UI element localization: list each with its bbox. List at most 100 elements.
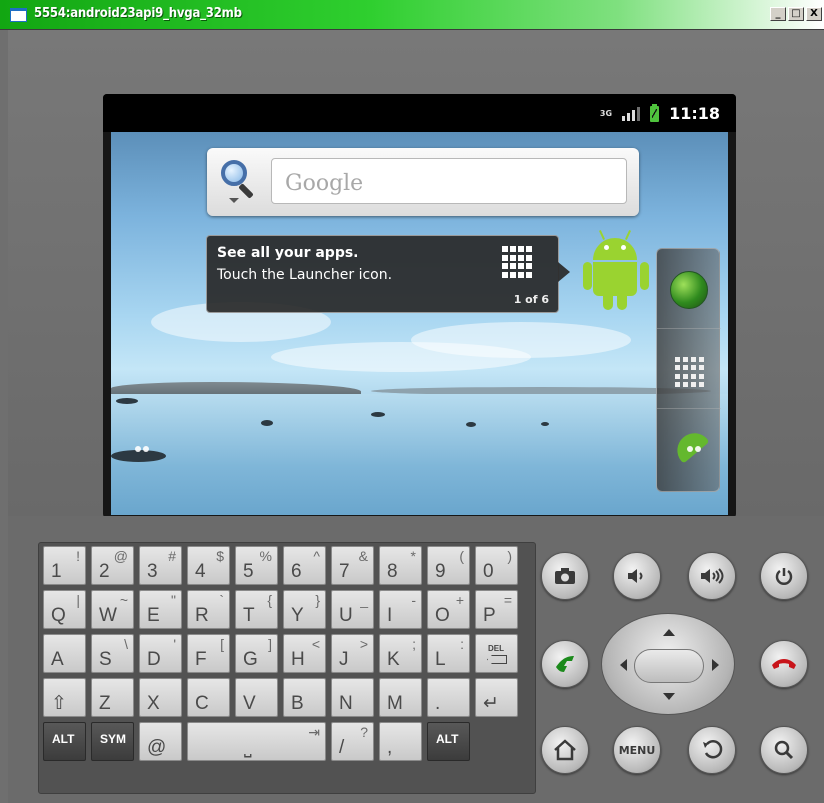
dpad[interactable] (601, 613, 735, 715)
dpad-down-icon[interactable] (663, 693, 675, 706)
key[interactable]: . (427, 678, 470, 717)
space-key[interactable]: ⎵ ⇥ (187, 722, 326, 761)
key[interactable]: V (235, 678, 278, 717)
slash-key[interactable]: /? (331, 722, 374, 761)
key[interactable]: Q | (43, 590, 86, 629)
key[interactable]: B (283, 678, 326, 717)
search-button[interactable] (760, 726, 808, 774)
key[interactable]: 8 * (379, 546, 422, 585)
dpad-center-button[interactable] (634, 649, 704, 683)
emulator-controls-panel: 1! 2 @3 #4 $5% 6 ^ 7 & 8 * 9(0) Q | W ~ E " R ` T{Y} U _ I - O + P =… (8, 516, 824, 803)
volume-down-icon (614, 553, 660, 599)
key[interactable]: A (43, 634, 86, 673)
key[interactable]: U _ (331, 590, 374, 629)
key[interactable]: W ~ (91, 590, 134, 629)
window-title: 5554:android23api9_hvga_32mb (34, 6, 242, 21)
alt-right-key[interactable]: ALT (427, 722, 470, 761)
key[interactable]: 3 # (139, 546, 182, 585)
key[interactable]: P = (475, 590, 518, 629)
maximize-button[interactable]: □ (788, 7, 804, 21)
key[interactable]: T{ (235, 590, 278, 629)
volume-up-button[interactable] (688, 552, 736, 600)
page-indicator-left[interactable] (135, 446, 149, 452)
google-search-widget[interactable]: Google (207, 148, 639, 216)
sym-key[interactable]: SYM (91, 722, 134, 761)
key-main-label: E (147, 605, 160, 626)
home-screen[interactable]: Google See all your apps. Touch the Laun… (111, 132, 728, 515)
key[interactable]: X (139, 678, 182, 717)
call-button[interactable] (541, 640, 589, 688)
key-main-label: 4 (195, 561, 206, 582)
key-alt-label: \ (124, 636, 128, 652)
key-main-label: J (339, 649, 349, 670)
key[interactable]: Z (91, 678, 134, 717)
key-alt-label: _ (360, 592, 368, 608)
comma-key[interactable]: , (379, 722, 422, 761)
end-call-button[interactable] (760, 640, 808, 688)
menu-button[interactable]: MENU (613, 726, 661, 774)
at-key[interactable]: @ (139, 722, 182, 761)
key[interactable]: 0) (475, 546, 518, 585)
key-alt-label: : (460, 636, 464, 652)
power-button[interactable] (760, 552, 808, 600)
back-button[interactable] (688, 726, 736, 774)
launcher-dock (656, 248, 721, 492)
status-icons: 3G 11:18 (600, 103, 720, 123)
key-main-label: F (195, 649, 207, 670)
key[interactable]: ⇧ (43, 678, 86, 717)
browser-shortcut[interactable] (657, 249, 721, 329)
key-main-label: L (435, 649, 446, 670)
dpad-right-icon[interactable] (712, 659, 725, 671)
app-drawer-icon (675, 357, 705, 387)
alt-left-key[interactable]: ALT (43, 722, 86, 761)
dpad-up-icon[interactable] (663, 623, 675, 636)
comma-key-label: , (387, 737, 393, 758)
volume-down-button[interactable] (613, 552, 661, 600)
power-icon (761, 553, 807, 599)
dpad-left-icon[interactable] (614, 659, 627, 671)
key[interactable]: R ` (187, 590, 230, 629)
key-main-label: U (339, 605, 353, 626)
key[interactable]: 9( (427, 546, 470, 585)
key[interactable]: S \ (91, 634, 134, 673)
at-key-label: @ (147, 737, 167, 758)
key-alt-label: ` (219, 592, 224, 608)
page-indicator-right[interactable] (687, 446, 701, 452)
key[interactable]: E " (139, 590, 182, 629)
delete-key-label: DEL (488, 644, 504, 653)
launcher-button[interactable] (657, 329, 721, 409)
key[interactable]: L: (427, 634, 470, 673)
key[interactable]: 5% (235, 546, 278, 585)
key[interactable]: I- (379, 590, 422, 629)
key[interactable]: Y} (283, 590, 326, 629)
home-button[interactable] (541, 726, 589, 774)
wallpaper-rock (261, 420, 273, 426)
key[interactable]: 6 ^ (283, 546, 326, 585)
key[interactable]: N (331, 678, 374, 717)
key[interactable]: DEL (475, 634, 518, 673)
close-button[interactable]: X (806, 7, 822, 21)
sym-key-label: SYM (100, 732, 127, 746)
key[interactable]: J > (331, 634, 374, 673)
key[interactable]: F[ (187, 634, 230, 673)
launcher-tip-bubble[interactable]: See all your apps. Touch the Launcher ic… (206, 235, 570, 313)
slash-key-label: / (339, 737, 345, 758)
launcher-grid-icon (502, 246, 534, 278)
key[interactable]: D ' (139, 634, 182, 673)
key[interactable]: 4 $ (187, 546, 230, 585)
key-main-label: ⇧ (51, 693, 67, 714)
key[interactable]: O + (427, 590, 470, 629)
key[interactable]: ↵ (475, 678, 518, 717)
key[interactable]: K; (379, 634, 422, 673)
key[interactable]: H < (283, 634, 326, 673)
search-icon[interactable] (219, 158, 255, 206)
camera-button[interactable] (541, 552, 589, 600)
key[interactable]: C (187, 678, 230, 717)
key[interactable]: 1! (43, 546, 86, 585)
key[interactable]: 2 @ (91, 546, 134, 585)
search-input[interactable]: Google (271, 158, 627, 204)
minimize-button[interactable]: _ (770, 7, 786, 21)
key[interactable]: M (379, 678, 422, 717)
key[interactable]: G] (235, 634, 278, 673)
key[interactable]: 7 & (331, 546, 374, 585)
